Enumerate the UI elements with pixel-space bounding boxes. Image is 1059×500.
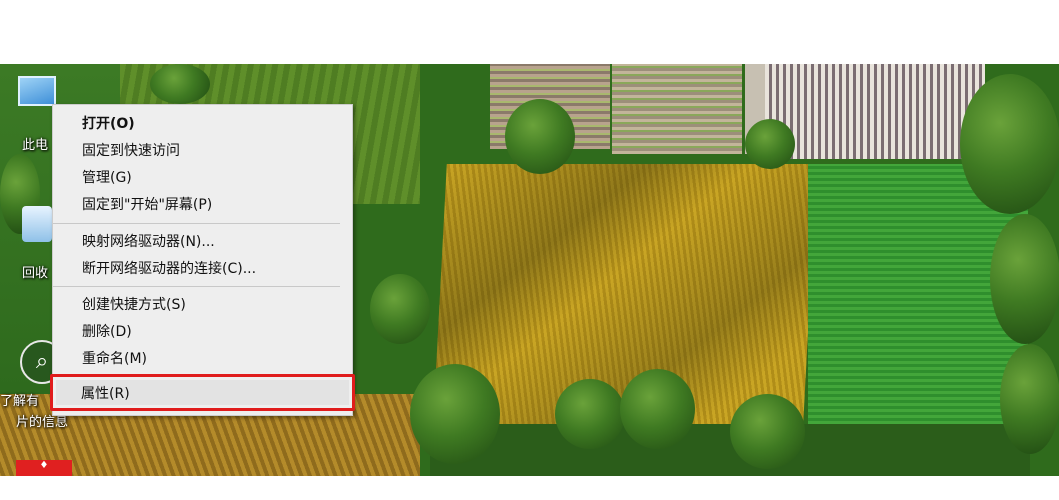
this-pc-icon[interactable] (18, 76, 56, 106)
menu-item-create-shortcut[interactable]: 创建快捷方式(S) (53, 292, 352, 318)
wallpaper-field (765, 64, 985, 159)
wallpaper-tree (555, 379, 625, 449)
wallpaper-tree (1000, 344, 1059, 454)
menu-item-properties[interactable]: 属性(R) (52, 381, 351, 407)
wallpaper-tree (410, 364, 500, 464)
menu-item-pin-start[interactable]: 固定到"开始"屏幕(P) (53, 192, 352, 218)
recycle-bin-icon[interactable] (22, 206, 52, 242)
menu-item-map-network-drive[interactable]: 映射网络驱动器(N)... (53, 229, 352, 255)
wallpaper-tree (150, 64, 210, 104)
menu-item-manage[interactable]: 管理(G) (53, 165, 352, 191)
wallpaper-tree (745, 119, 795, 169)
menu-item-delete[interactable]: 删除(D) (53, 319, 352, 345)
menu-item-open[interactable]: 打开(O) (53, 111, 352, 137)
menu-item-pin-quick-access[interactable]: 固定到快速访问 (53, 138, 352, 164)
wallpaper-tree (370, 274, 430, 344)
context-menu: 打开(O) 固定到快速访问 管理(G) 固定到"开始"屏幕(P) 映射网络驱动器… (52, 104, 353, 416)
menu-separator (53, 223, 340, 224)
wallpaper-tree (730, 394, 805, 469)
menu-item-disconnect-network-drive[interactable]: 断开网络驱动器的连接(C)... (53, 256, 352, 282)
menu-item-rename[interactable]: 重命名(M) (53, 346, 352, 372)
learn-about-picture-label-line1[interactable]: 了解有 (0, 390, 39, 409)
wallpaper-tree (620, 369, 695, 449)
menu-separator (53, 286, 340, 287)
wallpaper-tree (960, 74, 1059, 214)
wallpaper-field (612, 64, 742, 154)
this-pc-label[interactable]: 此电 (22, 134, 48, 153)
app-icon[interactable]: ♦ (16, 460, 72, 476)
recycle-bin-label[interactable]: 回收 (22, 262, 48, 281)
wallpaper-tree (505, 99, 575, 174)
wallpaper-tree (990, 214, 1059, 344)
